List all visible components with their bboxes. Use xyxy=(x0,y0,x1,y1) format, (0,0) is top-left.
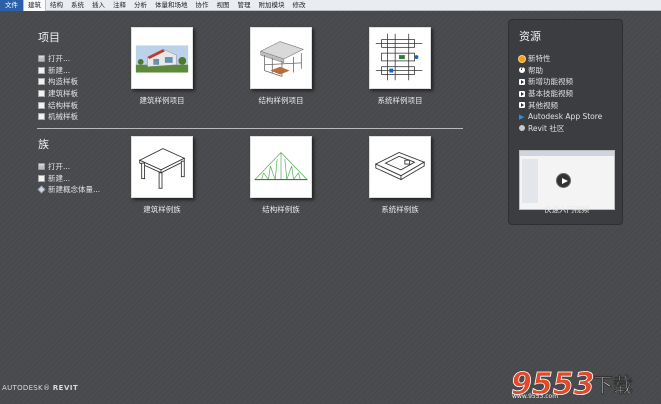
architectural-sample-project-tile[interactable] xyxy=(131,27,193,89)
tab-analyze[interactable]: 分析 xyxy=(130,0,151,11)
projects-title: 项目 xyxy=(38,31,60,44)
essential-skills-video-link[interactable]: 基本技能视频 xyxy=(519,88,602,100)
tab-massing-site[interactable]: 体量和场地 xyxy=(151,0,192,11)
systems-sample-family-tile[interactable] xyxy=(369,136,431,198)
quick-start-video-label[interactable]: 快速入门视频 xyxy=(509,204,624,215)
new-features-icon xyxy=(519,55,525,62)
whats-new-link[interactable]: 新特性 xyxy=(519,53,602,65)
revit-community-link[interactable]: Revit 社区 xyxy=(519,123,602,135)
quick-start-video-thumbnail[interactable] xyxy=(519,150,615,210)
help-link[interactable]: 帮助 xyxy=(519,65,602,77)
architectural-sample-project-label[interactable]: 建筑样例项目 xyxy=(117,95,207,106)
family-open-link[interactable]: 打开... xyxy=(38,161,100,173)
folder-icon xyxy=(38,163,45,171)
document-icon xyxy=(38,174,45,182)
tab-manage[interactable]: 管理 xyxy=(234,0,255,11)
projects-link-list: 打开... 新建... 构造样板 建筑样板 结构样板 机械样板 xyxy=(38,53,78,123)
families-link-list: 打开... 新建... 新建概念体量... xyxy=(37,161,100,196)
tab-collaborate[interactable]: 协作 xyxy=(192,0,213,11)
mep-systems-icon xyxy=(375,33,423,81)
video-toolbar xyxy=(520,151,614,156)
structural-template-link[interactable]: 结构样板 xyxy=(38,99,78,111)
tab-addins[interactable]: 附加模块 xyxy=(255,0,289,11)
mass-cube-icon xyxy=(37,186,46,194)
systems-sample-family-label[interactable]: 系统样例族 xyxy=(355,204,445,215)
document-icon xyxy=(38,113,45,121)
video-sidebar xyxy=(522,159,538,203)
resources-panel: 资源 新特性 帮助 新增功能视频 基本技能视频 其他视频 ▶Autodesk A… xyxy=(508,19,623,225)
families-title: 族 xyxy=(38,138,49,151)
new-conceptual-mass-link[interactable]: 新建概念体量... xyxy=(37,184,100,196)
app-store-link[interactable]: ▶ Autodesk App Store xyxy=(519,111,602,123)
tab-systems[interactable]: 系统 xyxy=(67,0,88,11)
document-icon xyxy=(38,90,45,98)
structural-sample-family-tile[interactable] xyxy=(250,136,312,198)
structural-sample-project-label[interactable]: 结构样例项目 xyxy=(236,95,326,106)
resources-title: 资源 xyxy=(519,30,541,43)
section-divider xyxy=(37,128,463,129)
document-icon xyxy=(38,66,45,74)
video-icon xyxy=(519,102,525,109)
tab-insert[interactable]: 插入 xyxy=(88,0,109,11)
help-icon xyxy=(519,65,525,74)
watermark-url: www.9553.com xyxy=(512,393,559,400)
tab-architecture[interactable]: 建筑 xyxy=(23,0,46,11)
construction-template-link[interactable]: 构造样板 xyxy=(38,76,78,88)
architectural-sample-family-tile[interactable] xyxy=(131,136,193,198)
architectural-template-link[interactable]: 建筑样板 xyxy=(38,88,78,100)
folder-icon xyxy=(38,55,45,63)
tab-view[interactable]: 视图 xyxy=(213,0,234,11)
other-videos-link[interactable]: 其他视频 xyxy=(519,99,602,111)
systems-sample-project-label[interactable]: 系统样例项目 xyxy=(355,95,445,106)
project-open-link[interactable]: 打开... xyxy=(38,53,78,65)
ribbon-tab-bar: 文件 建筑 结构 系统 插入 注释 分析 体量和场地 协作 视图 管理 附加模块… xyxy=(0,0,661,11)
tab-structure[interactable]: 结构 xyxy=(46,0,67,11)
structural-sample-family-label[interactable]: 结构样例族 xyxy=(236,204,326,215)
tab-annotate[interactable]: 注释 xyxy=(109,0,130,11)
autodesk-logo-icon: ▶ xyxy=(519,112,525,121)
document-icon xyxy=(38,78,45,86)
fixture-icon xyxy=(374,152,426,181)
family-new-link[interactable]: 新建... xyxy=(38,173,100,185)
architectural-sample-family-label[interactable]: 建筑样例族 xyxy=(117,204,207,215)
svg-text:下载: 下载 xyxy=(593,373,633,397)
video-icon xyxy=(519,90,525,97)
autodesk-revit-logo: AUTODESK® REVIT xyxy=(2,384,79,392)
new-features-video-link[interactable]: 新增功能视频 xyxy=(519,76,602,88)
project-new-link[interactable]: 新建... xyxy=(38,65,78,77)
truss-icon xyxy=(254,151,308,181)
resources-link-list: 新特性 帮助 新增功能视频 基本技能视频 其他视频 ▶Autodesk App … xyxy=(519,53,602,134)
document-icon xyxy=(38,101,45,109)
tab-modify[interactable]: 修改 xyxy=(289,0,310,11)
video-icon xyxy=(519,78,525,85)
menu-file[interactable]: 文件 xyxy=(0,0,23,11)
architectural-house-icon xyxy=(135,45,189,73)
structural-sample-project-tile[interactable] xyxy=(250,27,312,89)
table-icon xyxy=(138,148,186,189)
systems-sample-project-tile[interactable] xyxy=(369,27,431,89)
mechanical-template-link[interactable]: 机械样板 xyxy=(38,111,78,123)
globe-icon xyxy=(519,125,525,132)
play-icon xyxy=(556,173,571,188)
structural-frame-icon xyxy=(259,41,305,77)
